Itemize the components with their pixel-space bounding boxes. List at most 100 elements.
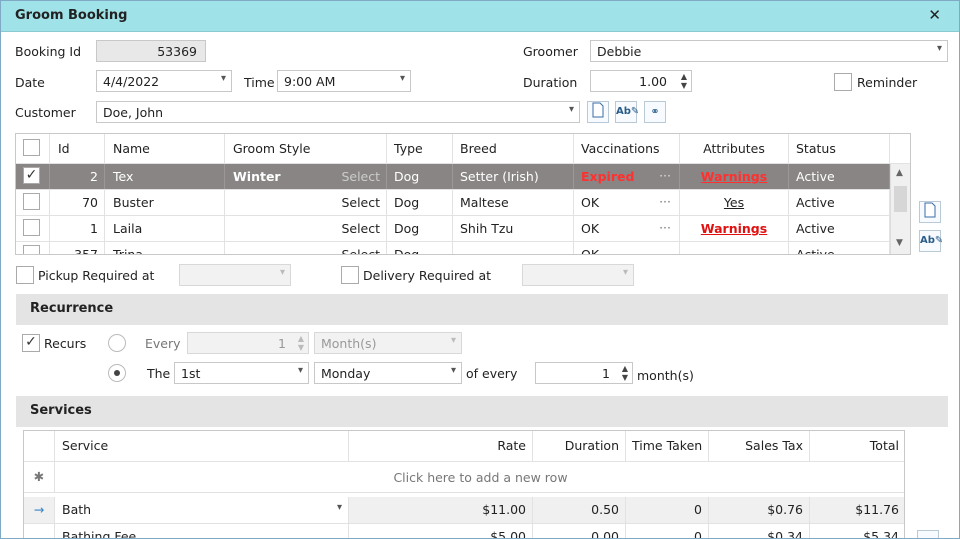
spin-arrows-icon[interactable]: ▲ ▼	[681, 72, 687, 90]
attributes-link[interactable]: Warnings	[680, 164, 789, 189]
pets-scrollbar[interactable]: ▲ ▼	[890, 164, 910, 254]
pet-row[interactable]: ✓ 2 Tex Winter Select Dog Setter (Irish)…	[16, 164, 890, 190]
services-grid: Service Rate Duration Time Taken Sales T…	[23, 430, 905, 538]
date-label: Date	[15, 75, 45, 90]
ordinal-select[interactable]: 1st ▾	[174, 362, 309, 384]
header-duration[interactable]: Duration	[533, 431, 626, 461]
duration-stepper[interactable]: 1.00 ▲ ▼	[590, 70, 692, 92]
vaccinations-cell[interactable]: OK ···	[574, 216, 680, 241]
select-button[interactable]: Select	[341, 169, 380, 184]
header-status[interactable]: Status	[789, 134, 890, 163]
new-pet-button[interactable]	[919, 201, 941, 223]
groom-style-value: Winter	[233, 169, 281, 184]
attributes-link[interactable]: Warnings	[680, 216, 789, 241]
service-duration: 0.00	[533, 524, 626, 538]
edit-pet-button[interactable]: Ab✎	[919, 230, 943, 252]
attributes-link[interactable]	[680, 242, 789, 254]
pet-id: 1	[50, 216, 105, 241]
pickup-label: Pickup Required at	[38, 268, 155, 283]
time-value: 9:00 AM	[284, 74, 336, 89]
every-stepper[interactable]: 1 ▲ ▼	[187, 332, 309, 354]
header-service[interactable]: Service	[55, 431, 349, 461]
service-side-button[interactable]	[917, 530, 939, 538]
header-vaccinations[interactable]: Vaccinations	[574, 134, 680, 163]
vaccinations-cell[interactable]: Expired ···	[574, 164, 680, 189]
spin-arrows-icon[interactable]: ▲ ▼	[622, 364, 628, 382]
header-time-taken[interactable]: Time Taken	[626, 431, 709, 461]
recurs-checkbox[interactable]: ✓	[22, 334, 40, 352]
scroll-up-icon[interactable]: ▲	[896, 168, 903, 178]
service-select[interactable]: Bath ▾	[55, 497, 349, 523]
groom-style-cell[interactable]: Winter Select	[225, 164, 387, 189]
pet-row[interactable]: 357 Trina Select Dog OK Active	[16, 242, 890, 254]
header-sales-tax[interactable]: Sales Tax	[709, 431, 810, 461]
row-checkbox[interactable]: ✓	[23, 167, 40, 184]
header-groom-style[interactable]: Groom Style	[225, 134, 387, 163]
weekday-select[interactable]: Monday ▾	[314, 362, 462, 384]
groom-style-cell[interactable]: Select	[225, 190, 387, 215]
pickup-time-select[interactable]: ▾	[179, 264, 291, 286]
chevron-down-icon: ▾	[399, 73, 405, 84]
row-check-cell: ✓	[16, 164, 50, 189]
ellipsis-button[interactable]: ···	[659, 168, 671, 183]
add-new-row-prompt[interactable]: Click here to add a new row	[55, 470, 904, 485]
row-checkbox[interactable]	[23, 219, 40, 236]
months-stepper[interactable]: 1 ▲ ▼	[535, 362, 633, 384]
groomer-select[interactable]: Debbie ▾	[590, 40, 948, 62]
edit-customer-button[interactable]: Ab✎	[615, 101, 639, 123]
vaccinations-cell[interactable]: OK ···	[574, 190, 680, 215]
service-time-taken: 0	[626, 524, 709, 538]
select-button[interactable]: Select	[341, 247, 380, 254]
vaccination-status: Expired	[581, 169, 635, 184]
scroll-thumb[interactable]	[894, 186, 907, 212]
groom-style-cell[interactable]: Select	[225, 242, 387, 254]
select-button[interactable]: Select	[341, 221, 380, 236]
header-breed[interactable]: Breed	[453, 134, 574, 163]
row-checkbox[interactable]	[23, 245, 40, 254]
reminder-checkbox[interactable]	[834, 73, 852, 91]
header-name[interactable]: Name	[105, 134, 225, 163]
spin-arrows-icon[interactable]: ▲ ▼	[298, 334, 304, 352]
every-radio[interactable]	[108, 334, 126, 352]
time-picker[interactable]: 9:00 AM ▾	[277, 70, 411, 92]
chevron-down-icon: ▾	[936, 43, 942, 54]
header-total[interactable]: Total	[810, 431, 904, 461]
delivery-time-select[interactable]: ▾	[522, 264, 634, 286]
pet-name: Buster	[105, 190, 225, 215]
pickup-checkbox[interactable]	[16, 266, 34, 284]
service-name[interactable]: Bathing Fee	[55, 524, 349, 538]
the-radio[interactable]	[108, 364, 126, 382]
of-every-label: of every	[466, 366, 518, 381]
select-all-checkbox[interactable]	[23, 139, 40, 156]
select-button[interactable]: Select	[341, 195, 380, 210]
delivery-checkbox[interactable]	[341, 266, 359, 284]
duration-value: 1.00	[639, 74, 667, 89]
groom-style-cell[interactable]: Select	[225, 216, 387, 241]
every-label: Every	[145, 336, 181, 351]
customer-select[interactable]: Doe, John ▾	[96, 101, 580, 123]
pet-row[interactable]: 70 Buster Select Dog Maltese OK ··· Yes …	[16, 190, 890, 216]
row-checkbox[interactable]	[23, 193, 40, 210]
row-indicator	[24, 524, 55, 538]
date-value: 4/4/2022	[103, 74, 160, 89]
pet-type: Dog	[387, 216, 453, 241]
header-id[interactable]: Id	[50, 134, 105, 163]
ellipsis-button[interactable]: ···	[659, 194, 671, 209]
find-customer-button[interactable]: ⚭	[644, 101, 666, 123]
pet-row[interactable]: 1 Laila Select Dog Shih Tzu OK ··· Warni…	[16, 216, 890, 242]
new-row[interactable]: ✱ Click here to add a new row	[24, 462, 904, 493]
service-row[interactable]: → Bath ▾ $11.00 0.50 0 $0.76 $11.76	[24, 497, 904, 524]
new-customer-button[interactable]	[587, 101, 609, 123]
scroll-down-icon[interactable]: ▼	[896, 238, 903, 248]
service-row[interactable]: Bathing Fee $5.00 0.00 0 $0.34 $5.34	[24, 524, 904, 538]
header-rate[interactable]: Rate	[349, 431, 533, 461]
row-check-cell	[16, 242, 50, 254]
header-attributes[interactable]: Attributes	[680, 134, 789, 163]
every-unit-select[interactable]: Month(s) ▾	[314, 332, 462, 354]
header-type[interactable]: Type	[387, 134, 453, 163]
select-all-cell	[16, 134, 50, 163]
close-icon[interactable]: ✕	[928, 6, 941, 24]
attributes-link[interactable]: Yes	[680, 190, 789, 215]
date-picker[interactable]: 4/4/2022 ▾	[96, 70, 232, 92]
ellipsis-button[interactable]: ···	[659, 220, 671, 235]
